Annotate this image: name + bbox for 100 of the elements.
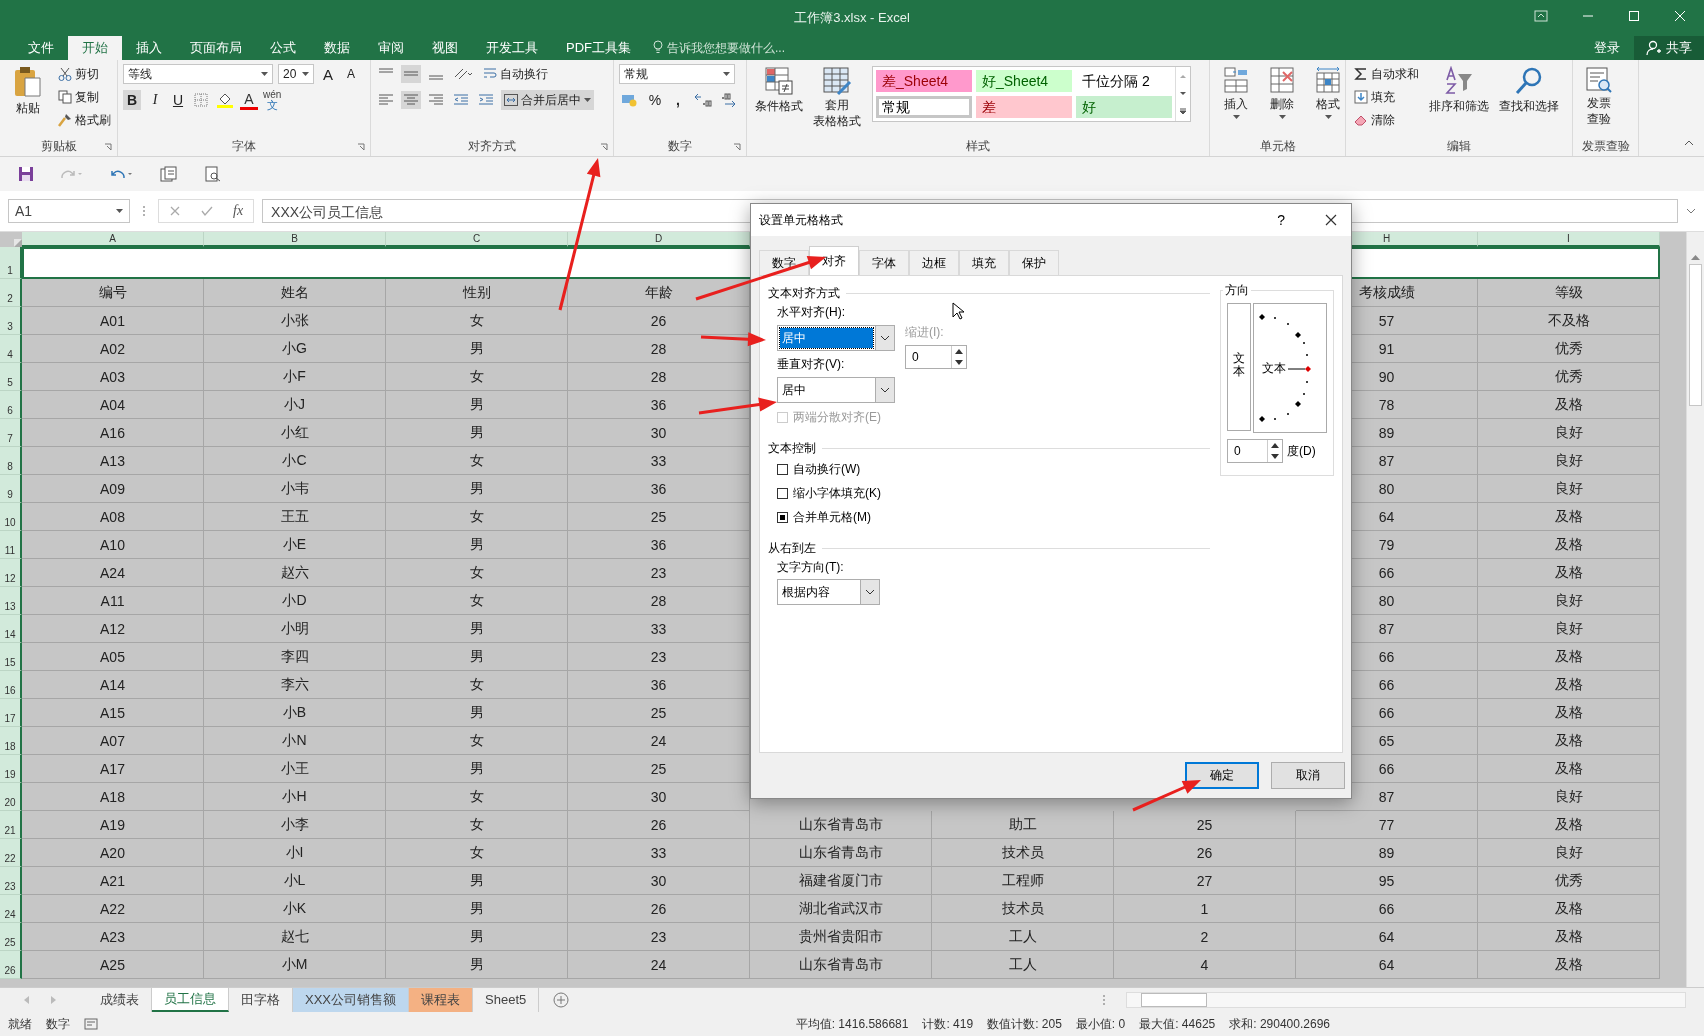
ribbon-tab[interactable]: 视图: [418, 36, 472, 60]
cancel-icon[interactable]: [169, 205, 181, 217]
font-name-field[interactable]: 等线: [123, 64, 273, 84]
row-header[interactable]: 26: [0, 951, 22, 979]
dialog-launcher-icon[interactable]: [733, 143, 741, 151]
dialog-tab[interactable]: 保护: [1009, 250, 1059, 275]
scrollbar-thumb[interactable]: [1689, 264, 1702, 406]
row-header[interactable]: 17: [0, 699, 22, 727]
row-header[interactable]: 22: [0, 839, 22, 867]
row-header[interactable]: 5: [0, 363, 22, 391]
ribbon-small-button[interactable]: 填充: [1351, 87, 1422, 107]
cell-style[interactable]: 好_Sheet4: [976, 70, 1072, 92]
ribbon-tab[interactable]: 开始: [68, 36, 122, 60]
cell-style[interactable]: 常规: [876, 96, 972, 118]
row-header[interactable]: 6: [0, 391, 22, 419]
percent-button[interactable]: %: [646, 90, 664, 110]
sort-filter-button[interactable]: 排序和筛选: [1426, 64, 1492, 117]
indent-spinner[interactable]: 0: [905, 345, 967, 369]
increase-font-button[interactable]: A: [319, 64, 337, 84]
sheet-tab[interactable]: XXX公司销售额: [293, 988, 409, 1012]
dialog-tab[interactable]: 填充: [959, 250, 1009, 275]
comma-style-button[interactable]: ,: [669, 90, 687, 110]
row-header[interactable]: 7: [0, 419, 22, 447]
option-checkbox[interactable]: 缩小字体填充(K): [777, 483, 881, 503]
row-header[interactable]: 13: [0, 587, 22, 615]
sign-in-link[interactable]: 登录: [1594, 36, 1620, 60]
dialog-launcher-icon[interactable]: [104, 143, 112, 151]
row-header[interactable]: 20: [0, 783, 22, 811]
invoice-check-button[interactable]: 发票 查验: [1578, 64, 1620, 128]
option-checkbox[interactable]: 合并单元格(M): [777, 507, 871, 527]
cell-style[interactable]: 好: [1076, 96, 1172, 118]
font-color-button[interactable]: A: [240, 90, 258, 110]
orientation-dial[interactable]: 文本: [1253, 303, 1327, 433]
document-search-icon[interactable]: [204, 166, 222, 182]
conditional-format-button[interactable]: 条件格式: [752, 64, 806, 117]
find-select-button[interactable]: 查找和选择: [1496, 64, 1562, 117]
row-header[interactable]: 2: [0, 279, 22, 307]
sheet-tab[interactable]: 课程表: [409, 988, 473, 1012]
expand-gallery-icon[interactable]: [1178, 107, 1188, 117]
wrap-text-button[interactable]: 自动换行: [480, 64, 551, 84]
horizontal-align-dropdown[interactable]: 居中: [777, 325, 895, 351]
expand-icon[interactable]: [1686, 208, 1696, 214]
bold-button[interactable]: B: [123, 90, 141, 110]
ribbon-small-button[interactable]: 格式刷: [55, 110, 114, 130]
ribbon-tab[interactable]: 审阅: [364, 36, 418, 60]
close-icon[interactable]: [1325, 214, 1337, 226]
ribbon-display-icon[interactable]: [1534, 10, 1548, 22]
column-header[interactable]: A: [22, 232, 204, 247]
row-header[interactable]: 24: [0, 895, 22, 923]
dialog-launcher-icon[interactable]: [600, 143, 608, 151]
row-header[interactable]: 4: [0, 335, 22, 363]
row-header[interactable]: 21: [0, 811, 22, 839]
paste-button[interactable]: 粘贴: [5, 64, 51, 119]
ribbon-tab[interactable]: 页面布局: [176, 36, 256, 60]
column-header[interactable]: I: [1478, 232, 1660, 247]
row-header[interactable]: 12: [0, 559, 22, 587]
dialog-tab[interactable]: 边框: [909, 250, 959, 275]
row-header[interactable]: 10: [0, 503, 22, 531]
align-middle-icon[interactable]: [401, 65, 421, 83]
dialog-tab[interactable]: 字体: [859, 250, 909, 275]
option-checkbox[interactable]: 自动换行(W): [777, 459, 861, 479]
row-header[interactable]: 3: [0, 307, 22, 335]
tell-me-search[interactable]: 告诉我您想要做什么...: [667, 36, 785, 60]
checkmark-icon[interactable]: [201, 205, 213, 217]
row-header[interactable]: 19: [0, 755, 22, 783]
ribbon-large-button[interactable]: 格式: [1307, 64, 1349, 121]
cancel-button[interactable]: 取消: [1271, 762, 1345, 789]
previous-sheet-icon[interactable]: [24, 996, 30, 1004]
vertical-scrollbar[interactable]: [1686, 232, 1704, 987]
ribbon-tab[interactable]: 插入: [122, 36, 176, 60]
increase-decimal-icon[interactable]: [692, 91, 714, 109]
align-center-icon[interactable]: [401, 91, 421, 109]
collapse-ribbon-icon[interactable]: [1684, 140, 1694, 146]
add-sheet-icon[interactable]: [553, 992, 570, 1008]
number-format-field[interactable]: 常规: [619, 64, 735, 84]
spin-down-icon[interactable]: [1271, 454, 1279, 459]
row-header[interactable]: 8: [0, 447, 22, 475]
cell-style[interactable]: 差_Sheet4: [876, 70, 972, 92]
row-header[interactable]: 23: [0, 867, 22, 895]
column-header[interactable]: D: [568, 232, 750, 247]
row-header[interactable]: 1: [0, 247, 22, 279]
underline-button[interactable]: U: [169, 90, 187, 110]
vertical-text-option[interactable]: 文本: [1227, 303, 1251, 431]
ribbon-tab[interactable]: 开发工具: [472, 36, 552, 60]
insert-function-button[interactable]: fx: [233, 203, 244, 219]
row-header[interactable]: 14: [0, 615, 22, 643]
ribbon-small-button[interactable]: 自动求和: [1351, 64, 1422, 84]
ribbon-tab[interactable]: 数据: [310, 36, 364, 60]
text-direction-dropdown[interactable]: 根据内容: [777, 579, 880, 605]
spin-down-icon[interactable]: [955, 360, 963, 365]
decrease-font-button[interactable]: A: [342, 64, 360, 84]
select-all-icon[interactable]: [14, 239, 22, 247]
row-header[interactable]: 18: [0, 727, 22, 755]
save-icon[interactable]: [18, 166, 34, 182]
column-header[interactable]: C: [386, 232, 568, 247]
share-button[interactable]: 共享: [1634, 36, 1704, 60]
row-header[interactable]: 15: [0, 643, 22, 671]
print-preview-icon[interactable]: [160, 166, 178, 182]
phonetic-button[interactable]: wén 文: [263, 90, 282, 110]
horizontal-scrollbar[interactable]: [1126, 992, 1686, 1008]
